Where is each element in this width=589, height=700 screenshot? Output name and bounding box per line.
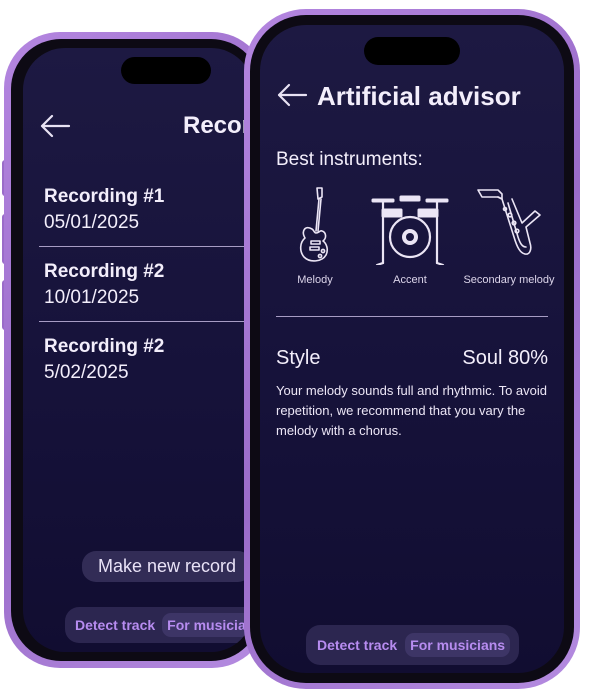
instrument-label: Melody: [297, 274, 333, 286]
saxophone-icon: [477, 189, 541, 255]
recording-item[interactable]: Recording #2 5/02/2025: [44, 334, 253, 386]
nav-detect-track[interactable]: Detect track: [65, 617, 155, 633]
divider: [276, 316, 548, 317]
recording-title: Recording #2: [44, 261, 165, 282]
advisor-phone: Artificial advisor Best instruments: Mel…: [244, 9, 580, 689]
style-label: Style: [276, 347, 321, 369]
recording-date: 10/01/2025: [44, 287, 140, 308]
dynamic-island: [121, 57, 211, 84]
divider: [39, 321, 253, 322]
make-new-record-button[interactable]: Make new record: [82, 551, 252, 582]
recording-date: 05/01/2025: [44, 212, 140, 233]
page-title: Recordings: [183, 112, 253, 139]
recording-item[interactable]: Recording #2 10/01/2025: [44, 259, 253, 311]
instrument-label: Secondary melody: [463, 274, 555, 286]
style-value: Soul 80%: [462, 347, 548, 369]
electric-guitar-icon: [299, 187, 329, 262]
recordings-phone: Recordings Recording #1 05/01/2025 Recor…: [2, 32, 268, 668]
section-label: Best instruments:: [276, 149, 423, 170]
instrument-label: Accent: [393, 274, 427, 286]
drum-kit-icon: [371, 195, 449, 265]
nav-for-musicians[interactable]: For musicians: [162, 613, 253, 637]
instrument-accent: Accent: [364, 185, 456, 287]
back-arrow-icon[interactable]: [276, 83, 308, 107]
bottom-nav: Detect track For musicians: [306, 625, 519, 665]
advice-text: Your melody sounds full and rhythmic. To…: [276, 383, 547, 438]
recordings-screen: Recordings Recording #1 05/01/2025 Recor…: [23, 48, 253, 652]
dynamic-island: [364, 37, 460, 65]
nav-for-musicians[interactable]: For musicians: [405, 633, 511, 657]
instrument-secondary-melody: Secondary melody: [460, 185, 558, 287]
recording-title: Recording #2: [44, 336, 165, 357]
instrument-melody: Melody: [278, 185, 352, 287]
back-arrow-icon[interactable]: [39, 114, 71, 138]
divider: [39, 246, 253, 247]
recording-date: 5/02/2025: [44, 362, 129, 383]
advisor-screen: Artificial advisor Best instruments: Mel…: [260, 25, 564, 673]
page-title: Artificial advisor: [317, 81, 521, 111]
bottom-nav: Detect track For musicians: [65, 607, 253, 643]
recording-item[interactable]: Recording #1 05/01/2025: [44, 184, 253, 236]
nav-detect-track[interactable]: Detect track: [306, 637, 397, 653]
recording-title: Recording #1: [44, 186, 165, 207]
